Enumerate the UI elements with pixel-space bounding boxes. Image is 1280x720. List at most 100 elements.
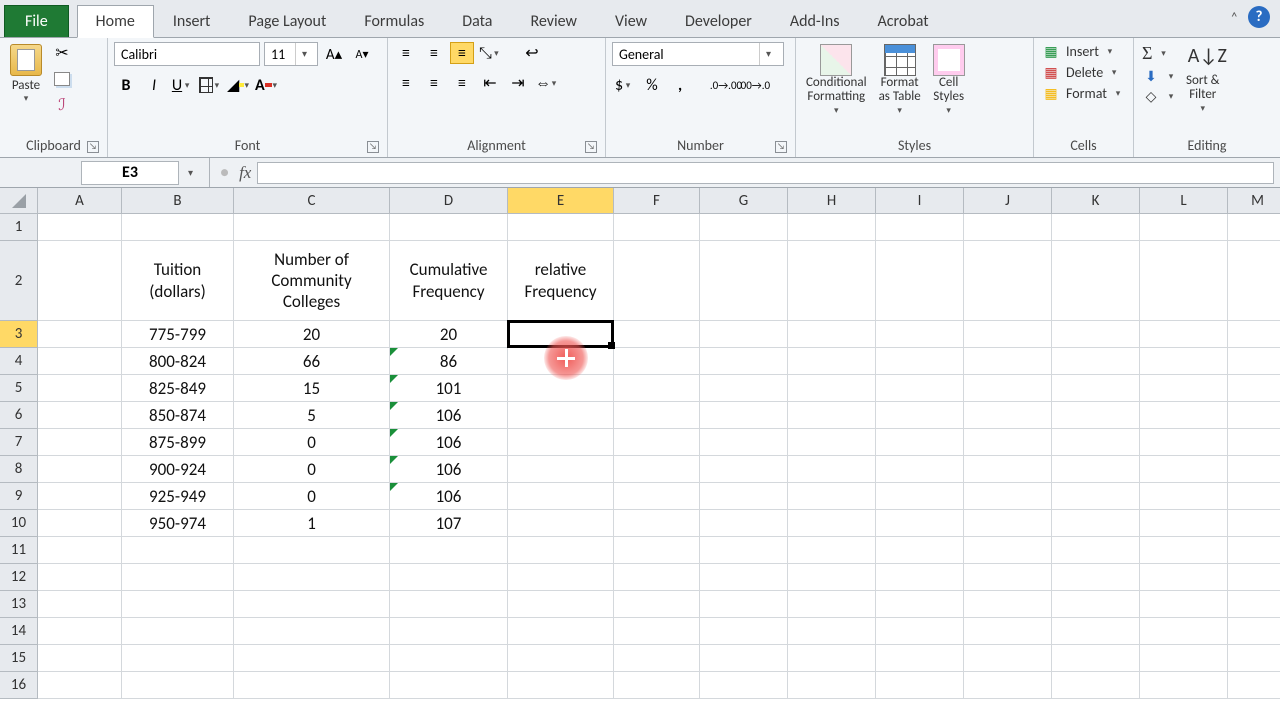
cell[interactable] (234, 564, 390, 591)
cell[interactable] (1140, 645, 1228, 672)
cell[interactable] (1228, 456, 1280, 483)
col-header-A[interactable]: A (38, 188, 122, 214)
cell[interactable] (1228, 402, 1280, 429)
col-header-G[interactable]: G (700, 188, 788, 214)
align-top-button[interactable]: ≡ (394, 42, 418, 64)
cell[interactable] (700, 591, 788, 618)
cell[interactable] (508, 429, 614, 456)
cell[interactable] (38, 348, 122, 375)
cell[interactable] (788, 321, 876, 348)
cell[interactable] (38, 321, 122, 348)
cell[interactable] (508, 214, 614, 241)
cell[interactable] (1140, 241, 1228, 321)
cell[interactable]: 106 (390, 483, 508, 510)
col-header-L[interactable]: L (1140, 188, 1228, 214)
col-header-K[interactable]: K (1052, 188, 1140, 214)
cell[interactable] (1228, 672, 1280, 699)
cell[interactable] (38, 537, 122, 564)
cell[interactable]: 925-949 (122, 483, 234, 510)
cell[interactable] (614, 321, 700, 348)
cell[interactable] (1052, 591, 1140, 618)
cell[interactable] (508, 672, 614, 699)
alignment-launcher-icon[interactable]: ↘ (585, 141, 597, 153)
cell[interactable] (122, 564, 234, 591)
cell[interactable] (508, 483, 614, 510)
cell[interactable]: 101 (390, 375, 508, 402)
delete-cells-button[interactable]: ▦Delete▾ (1040, 63, 1121, 82)
cell[interactable] (1140, 321, 1228, 348)
paste-button[interactable]: Paste ▾ (6, 42, 46, 106)
name-box[interactable]: ▾ (0, 158, 210, 187)
cell[interactable]: 0 (234, 483, 390, 510)
tab-page-layout[interactable]: Page Layout (229, 5, 345, 37)
cell[interactable] (1052, 429, 1140, 456)
select-all-corner[interactable] (0, 188, 38, 214)
cell[interactable] (122, 537, 234, 564)
cell[interactable]: 1 (234, 510, 390, 537)
tab-developer[interactable]: Developer (666, 5, 771, 37)
sort-filter-button[interactable]: A↓Z Sort & Filter▾ (1182, 42, 1224, 116)
cell[interactable] (390, 214, 508, 241)
cut-button[interactable]: ✂ (50, 42, 74, 64)
cell[interactable] (508, 618, 614, 645)
cell[interactable]: 825-849 (122, 375, 234, 402)
row-header-14[interactable]: 14 (0, 618, 38, 645)
col-header-H[interactable]: H (788, 188, 876, 214)
cell[interactable] (508, 321, 614, 348)
cell[interactable] (234, 591, 390, 618)
font-name-input[interactable] (115, 46, 287, 63)
error-indicator-icon[interactable] (390, 483, 398, 491)
chevron-down-icon[interactable]: ▾ (759, 43, 777, 65)
cell[interactable] (1052, 348, 1140, 375)
number-format-input[interactable] (613, 46, 759, 63)
increase-indent-button[interactable]: ⇥ (506, 72, 530, 94)
cell[interactable] (508, 537, 614, 564)
conditional-formatting-button[interactable]: Conditional Formatting▾ (802, 42, 871, 118)
format-cells-button[interactable]: ▦Format▾ (1040, 84, 1125, 103)
tab-add-ins[interactable]: Add-Ins (771, 5, 859, 37)
cell[interactable] (788, 348, 876, 375)
cell[interactable] (700, 618, 788, 645)
cell[interactable] (390, 564, 508, 591)
cell[interactable] (1228, 591, 1280, 618)
tab-view[interactable]: View (596, 5, 666, 37)
row-header-13[interactable]: 13 (0, 591, 38, 618)
cell[interactable] (390, 591, 508, 618)
row-header-16[interactable]: 16 (0, 672, 38, 699)
cell[interactable] (876, 321, 964, 348)
cell[interactable]: 875-899 (122, 429, 234, 456)
cell[interactable] (614, 537, 700, 564)
cell[interactable] (38, 645, 122, 672)
cell[interactable] (876, 510, 964, 537)
cell[interactable] (1228, 564, 1280, 591)
row-header-9[interactable]: 9 (0, 483, 38, 510)
cell[interactable] (38, 564, 122, 591)
cell[interactable] (788, 456, 876, 483)
row-header-5[interactable]: 5 (0, 375, 38, 402)
cell[interactable] (1140, 672, 1228, 699)
cell[interactable] (1228, 348, 1280, 375)
cell[interactable] (788, 591, 876, 618)
col-header-B[interactable]: B (122, 188, 234, 214)
cell[interactable] (700, 537, 788, 564)
cell[interactable] (876, 348, 964, 375)
cell[interactable] (876, 591, 964, 618)
cell[interactable] (38, 456, 122, 483)
cell[interactable] (700, 510, 788, 537)
col-header-J[interactable]: J (964, 188, 1052, 214)
col-header-F[interactable]: F (614, 188, 700, 214)
italic-button[interactable]: I (142, 74, 166, 96)
cell[interactable] (234, 645, 390, 672)
cell[interactable] (38, 241, 122, 321)
cell[interactable] (38, 483, 122, 510)
cell[interactable] (1140, 348, 1228, 375)
cell[interactable] (788, 241, 876, 321)
cell[interactable] (1140, 618, 1228, 645)
cell[interactable] (964, 672, 1052, 699)
error-indicator-icon[interactable] (390, 348, 398, 356)
cell[interactable]: 5 (234, 402, 390, 429)
cell[interactable] (1228, 618, 1280, 645)
format-painter-button[interactable]: ℐ (50, 94, 74, 116)
decrease-font-button[interactable]: A▾ (350, 43, 374, 65)
cancel-formula-icon[interactable]: ● (220, 164, 229, 182)
